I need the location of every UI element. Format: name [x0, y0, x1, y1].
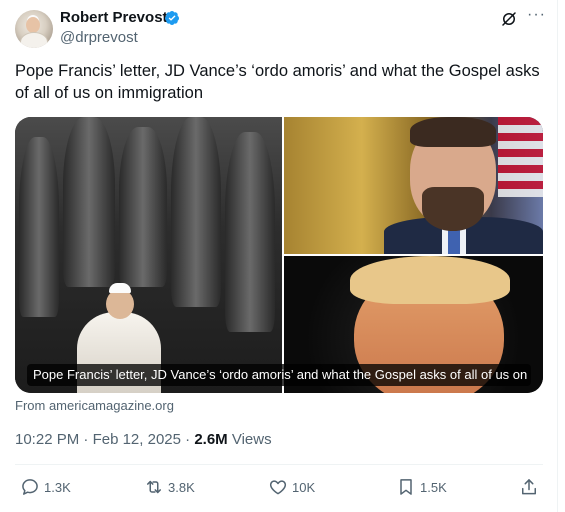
share-icon: [522, 479, 536, 495]
like-count: 10K: [292, 479, 316, 495]
card-image-vance: [284, 117, 543, 254]
verified-icon: [165, 11, 179, 25]
reply-icon: [22, 479, 38, 495]
tweet-meta: 10:22 PM · Feb 12, 2025 · 2.6M Views: [15, 431, 272, 448]
views-count: 2.6M: [194, 431, 228, 448]
tweet-card: Robert Prevost @drprevost ··· Pope Franc…: [0, 0, 558, 512]
repost-button[interactable]: 3.8K: [144, 476, 195, 498]
card-caption: Pope Francis’ letter, JD Vance’s ‘ordo a…: [27, 364, 531, 386]
avatar-robe: [20, 32, 48, 48]
meta-separator: ·: [83, 431, 93, 448]
reply-count: 1.3K: [44, 479, 71, 495]
more-icon[interactable]: ···: [527, 7, 545, 26]
beard: [422, 187, 484, 231]
avatar[interactable]: [15, 10, 53, 48]
hair: [350, 256, 510, 304]
pope-head: [106, 289, 134, 319]
statue-figure: [119, 127, 167, 287]
grok-icon[interactable]: [500, 10, 518, 28]
card-source[interactable]: From americamagazine.org: [15, 398, 174, 413]
author-name[interactable]: Robert Prevost: [60, 9, 168, 26]
statue-figure: [19, 137, 59, 317]
tweet-time[interactable]: 10:22 PM: [15, 431, 79, 448]
tweet-text: Pope Francis’ letter, JD Vance’s ‘ordo a…: [15, 62, 540, 102]
repost-icon: [147, 480, 161, 494]
flag: [498, 117, 543, 197]
like-icon: [269, 480, 287, 495]
repost-count: 3.8K: [168, 479, 195, 495]
divider: [15, 464, 543, 465]
statue-figure: [225, 132, 275, 332]
share-button[interactable]: [519, 476, 543, 498]
statue-figure: [171, 117, 221, 307]
bookmark-icon: [400, 479, 412, 495]
card-image-pope: [15, 117, 282, 393]
hair: [410, 117, 496, 147]
link-card[interactable]: Pope Francis’ letter, JD Vance’s ‘ordo a…: [15, 117, 543, 393]
like-button[interactable]: 10K: [268, 476, 315, 498]
reply-button[interactable]: 1.3K: [20, 476, 71, 498]
bookmark-count: 1.5K: [420, 479, 447, 495]
views-label: Views: [231, 431, 272, 448]
author-handle[interactable]: @drprevost: [60, 29, 138, 46]
bookmark-button[interactable]: 1.5K: [396, 476, 447, 498]
pope-zucchetto: [109, 283, 131, 293]
statue-figure: [63, 117, 115, 287]
avatar-face: [26, 17, 40, 33]
tie: [448, 227, 460, 254]
meta-separator: ·: [185, 431, 195, 448]
tweet-date[interactable]: Feb 12, 2025: [93, 431, 181, 448]
